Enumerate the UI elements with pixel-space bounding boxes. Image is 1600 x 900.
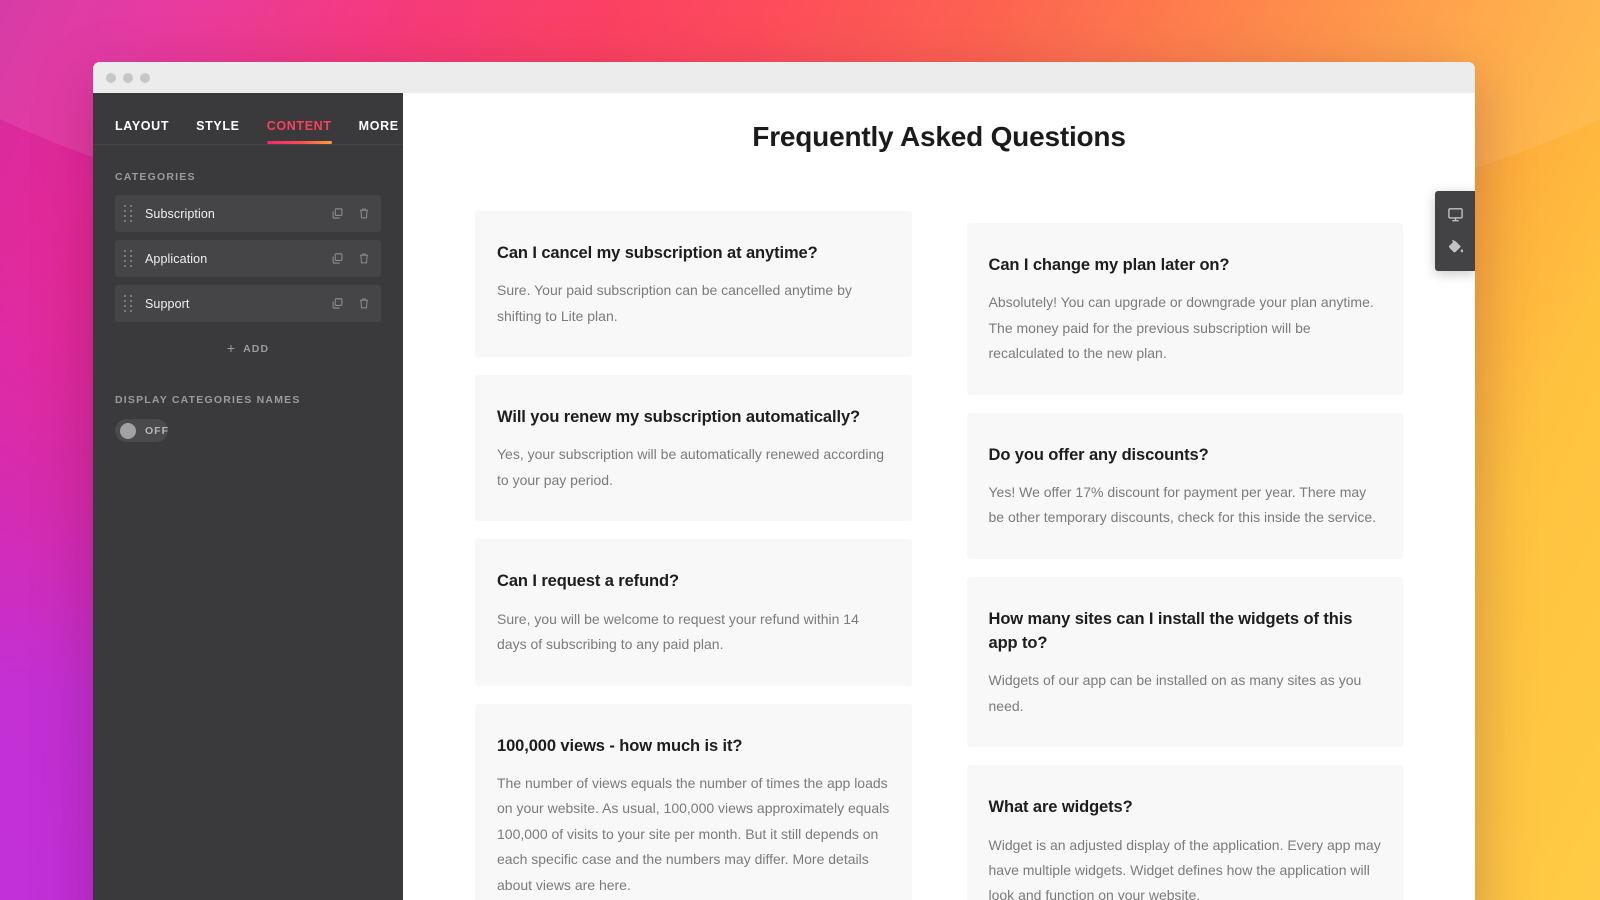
editor-sidebar: LAYOUT STYLE CONTENT MORE CATEGORIES Sub… (93, 93, 403, 900)
sidebar-tabs: LAYOUT STYLE CONTENT MORE (93, 93, 403, 145)
display-categories-names-switch[interactable]: OFF (115, 419, 168, 442)
category-name: Application (145, 251, 208, 266)
row-actions (331, 252, 370, 265)
faq-question: How many sites can I install the widgets… (988, 609, 1353, 653)
faq-card[interactable]: 100,000 views - how much is it? The numb… (475, 703, 912, 900)
faq-column-left: Can I cancel my subscription at anytime?… (475, 211, 912, 900)
minimize-button[interactable] (123, 72, 133, 83)
faq-card[interactable]: What are widgets? Widget is an adjusted … (966, 765, 1403, 900)
trash-icon[interactable] (358, 297, 370, 310)
preview-canvas: Frequently Asked Questions Can I cancel … (403, 93, 1475, 900)
category-row-application[interactable]: Application (115, 240, 381, 277)
faq-column-right: Can I change my plan later on? Absolutel… (966, 211, 1403, 900)
monitor-icon (1447, 206, 1464, 223)
faq-card[interactable]: Can I change my plan later on? Absolutel… (966, 223, 1403, 395)
faq-answer: Yes, your subscription will be automatic… (497, 446, 885, 488)
fill-color-button[interactable] (1435, 231, 1475, 264)
tab-style[interactable]: STYLE (196, 119, 240, 144)
faq-question: What are widgets? (988, 798, 1133, 817)
row-actions (331, 207, 370, 220)
faq-card[interactable]: How many sites can I install the widgets… (966, 576, 1403, 748)
tab-layout[interactable]: LAYOUT (115, 119, 169, 144)
display-categories-names-toggle-row: OFF (115, 419, 381, 442)
category-row-subscription[interactable]: Subscription (115, 195, 381, 232)
tab-more[interactable]: MORE (359, 119, 399, 144)
faq-card[interactable]: Can I request a refund? Sure, you will b… (475, 539, 912, 686)
categories-section-label: CATEGORIES (115, 171, 196, 183)
switch-knob (120, 422, 136, 439)
faq-question: 100,000 views - how much is it? (497, 736, 743, 755)
trash-icon[interactable] (358, 207, 370, 220)
drag-handle-icon[interactable] (124, 204, 133, 223)
faq-question: Will you renew my subscription automatic… (497, 408, 861, 427)
close-button[interactable] (106, 72, 116, 83)
categories-list: Subscription Application Support + ADD (93, 195, 403, 356)
faq-card[interactable]: Do you offer any discounts? Yes! We offe… (966, 412, 1403, 559)
faq-answer: Sure, you will be welcome to request you… (497, 610, 859, 653)
faq-question: Do you offer any discounts? (988, 445, 1209, 464)
drag-handle-icon[interactable] (124, 249, 133, 268)
switch-state-label: OFF (145, 424, 169, 437)
faq-answer: Widget is an adjusted display of the app… (988, 836, 1381, 900)
maximize-button[interactable] (140, 72, 150, 83)
faq-answer: Absolutely! You can upgrade or downgrade… (988, 294, 1374, 362)
duplicate-icon[interactable] (331, 297, 344, 310)
category-name: Support (145, 296, 190, 311)
faq-card[interactable]: Can I cancel my subscription at anytime?… (475, 211, 912, 358)
display-categories-names-block: DISPLAY CATEGORIES NAMES OFF (93, 356, 403, 442)
app-window: LAYOUT STYLE CONTENT MORE CATEGORIES Sub… (93, 62, 1475, 900)
faq-answer: Yes! We offer 17% discount for payment p… (988, 483, 1377, 526)
row-actions (331, 297, 370, 310)
category-row-support[interactable]: Support (115, 285, 381, 322)
trash-icon[interactable] (358, 252, 370, 265)
window-titlebar (93, 62, 1475, 93)
faq-grid: Can I cancel my subscription at anytime?… (475, 211, 1403, 900)
display-categories-names-label: DISPLAY CATEGORIES NAMES (115, 394, 301, 406)
desktop-backdrop: LAYOUT STYLE CONTENT MORE CATEGORIES Sub… (0, 0, 1600, 900)
add-category-button[interactable]: + ADD (115, 330, 381, 356)
tab-content[interactable]: CONTENT (266, 119, 332, 144)
faq-answer: Sure. Your paid subscription can be canc… (497, 282, 852, 324)
floating-toolstrip (1435, 191, 1475, 271)
workspace: LAYOUT STYLE CONTENT MORE CATEGORIES Sub… (93, 93, 1475, 900)
plus-icon: + (226, 340, 237, 356)
category-name: Subscription (145, 206, 215, 221)
device-preview-button[interactable] (1435, 198, 1475, 231)
drag-handle-icon[interactable] (124, 294, 133, 313)
duplicate-icon[interactable] (331, 252, 344, 265)
faq-question: Can I request a refund? (497, 572, 679, 591)
duplicate-icon[interactable] (331, 207, 344, 220)
faq-answer: Widgets of our app can be installed on a… (988, 672, 1362, 714)
paint-bucket-icon (1447, 239, 1464, 256)
page-title: Frequently Asked Questions (752, 121, 1126, 152)
faq-answer: The number of views equals the number of… (497, 774, 890, 893)
add-category-label: ADD (243, 343, 270, 355)
faq-question: Can I cancel my subscription at anytime? (497, 244, 818, 262)
faq-card[interactable]: Will you renew my subscription automatic… (475, 375, 912, 522)
faq-question: Can I change my plan later on? (988, 256, 1230, 274)
